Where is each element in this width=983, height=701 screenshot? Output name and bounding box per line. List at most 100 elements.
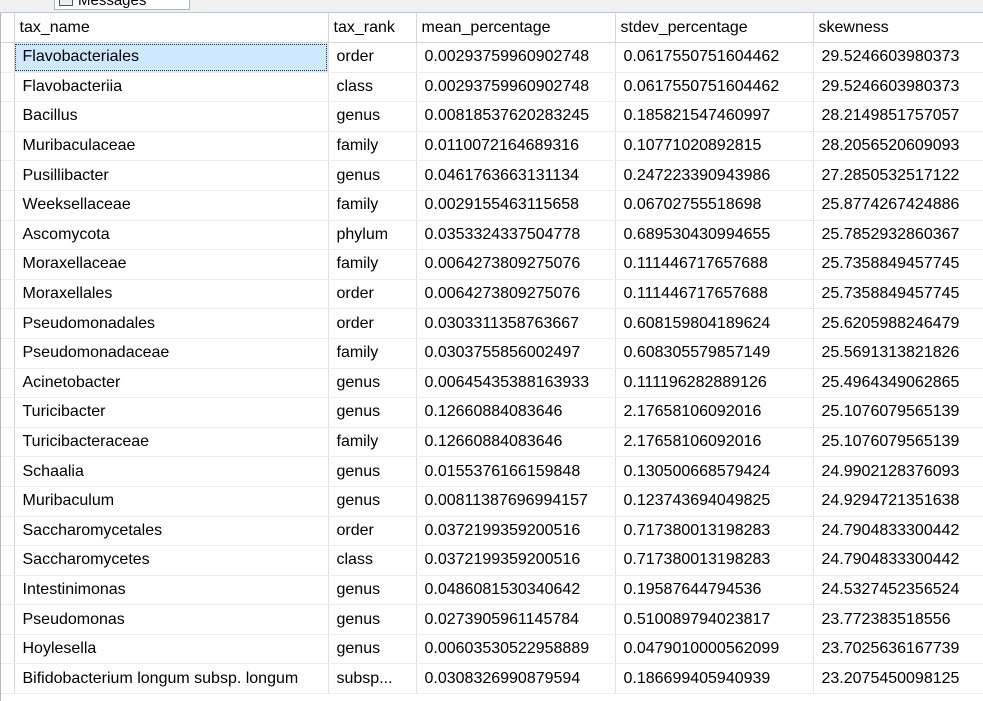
cell-stdev-percentage[interactable]: 0.111196282889126 xyxy=(615,368,814,399)
cell-stdev-percentage[interactable]: 0.717380013198283 xyxy=(615,516,814,547)
table-row[interactable]: Muribaculaceae family 0.0110072164689316 0.… xyxy=(1,131,983,162)
row-header[interactable] xyxy=(1,604,15,635)
table-row[interactable]: Hoylesella genus 0.00603530522958889 0.0479… xyxy=(1,634,983,665)
cell-stdev-percentage[interactable]: 0.608305579857149 xyxy=(615,338,814,369)
cell-skewness[interactable]: 25.4964349062865 xyxy=(813,368,983,399)
cell-skewness[interactable]: 25.8774267424886 xyxy=(813,190,983,221)
cell-stdev-percentage[interactable]: 0.0479010000562099 xyxy=(615,634,814,665)
cell-skewness[interactable]: 25.6205988246479 xyxy=(813,308,983,339)
cell-tax-name[interactable]: Flavobacteriia xyxy=(14,72,329,103)
cell-tax-rank[interactable]: genus xyxy=(328,634,417,665)
cell-stdev-percentage[interactable]: 0.19587644794536 xyxy=(615,575,814,606)
cell-tax-name[interactable]: Moraxellales xyxy=(14,279,329,310)
cell-mean-percentage[interactable]: 0.00293759960902748 xyxy=(416,42,616,73)
cell-skewness[interactable]: 28.2149851757057 xyxy=(813,101,983,132)
cell-skewness[interactable]: 24.7904833300442 xyxy=(813,516,983,547)
cell-mean-percentage[interactable]: 0.0155376166159848 xyxy=(416,456,616,487)
cell-stdev-percentage[interactable]: 0.185821547460997 xyxy=(615,101,814,132)
cell-skewness[interactable]: 25.1076079565139 xyxy=(813,427,983,458)
cell-mean-percentage[interactable]: 0.00818537620283245 xyxy=(416,101,616,132)
cell-skewness[interactable]: 23.772383518556 xyxy=(813,604,983,635)
cell-stdev-percentage[interactable]: 0.123743694049825 xyxy=(615,486,814,517)
table-row[interactable]: Weeksellaceae family 0.0029155463115658 0.0… xyxy=(1,190,983,221)
table-row[interactable]: Ascomycota phylum 0.0353324337504778 0.6895… xyxy=(1,220,983,251)
table-row[interactable]: Turicibacteraceae family 0.12660884083646 2… xyxy=(1,427,983,458)
table-row[interactable]: Flavobacteriia class 0.00293759960902748 0.… xyxy=(1,72,983,103)
cell-mean-percentage[interactable]: 0.0308326990879594 xyxy=(416,663,616,695)
row-header[interactable] xyxy=(1,338,15,369)
cell-stdev-percentage[interactable]: 2.17658106092016 xyxy=(615,427,814,458)
cell-skewness[interactable]: 29.5246603980373 xyxy=(813,72,983,103)
cell-tax-rank[interactable]: class xyxy=(328,72,417,103)
tab-messages[interactable]: Messages xyxy=(54,0,190,10)
cell-stdev-percentage[interactable]: 0.06702755518698 xyxy=(615,190,814,221)
cell-skewness[interactable]: 23.7025636167739 xyxy=(813,634,983,665)
cell-tax-name[interactable]: Moraxellaceae xyxy=(14,249,329,280)
corner-header[interactable] xyxy=(1,13,15,43)
cell-tax-name[interactable]: Acinetobacter xyxy=(14,368,329,399)
cell-skewness[interactable]: 28.2056520609093 xyxy=(813,131,983,162)
cell-stdev-percentage[interactable]: 0.689530430994655 xyxy=(615,220,814,251)
cell-skewness[interactable]: 24.5327452356524 xyxy=(813,575,983,606)
row-header[interactable] xyxy=(1,72,15,103)
cell-tax-name[interactable]: Ascomycota xyxy=(14,220,329,251)
row-header[interactable] xyxy=(1,486,15,517)
cell-stdev-percentage[interactable]: 0.186699405940939 xyxy=(615,663,814,695)
row-header[interactable] xyxy=(1,308,15,339)
cell-stdev-percentage[interactable]: 0.0617550751604462 xyxy=(615,72,814,103)
cell-stdev-percentage[interactable]: 2.17658106092016 xyxy=(615,397,814,428)
cell-skewness[interactable]: 25.7852932860367 xyxy=(813,220,983,251)
cell-tax-rank[interactable]: order xyxy=(328,308,417,339)
cell-tax-name[interactable]: Muribaculum xyxy=(14,486,329,517)
cell-tax-name[interactable]: Turicibacteraceae xyxy=(14,427,329,458)
cell-mean-percentage[interactable]: 0.0064273809275076 xyxy=(416,279,616,310)
table-row[interactable]: Flavobacteriales order 0.00293759960902748… xyxy=(1,42,983,73)
row-header[interactable] xyxy=(1,42,15,73)
cell-tax-name[interactable]: Pseudomonas xyxy=(14,604,329,635)
cell-mean-percentage[interactable]: 0.12660884083646 xyxy=(416,427,616,458)
row-header[interactable] xyxy=(1,575,15,606)
cell-mean-percentage[interactable]: 0.00603530522958889 xyxy=(416,634,616,665)
cell-mean-percentage[interactable]: 0.0372199359200516 xyxy=(416,516,616,547)
cell-tax-rank[interactable]: family xyxy=(328,427,417,458)
cell-mean-percentage[interactable]: 0.0303755856002497 xyxy=(416,338,616,369)
cell-tax-rank[interactable]: genus xyxy=(328,486,417,517)
cell-tax-name[interactable]: Weeksellaceae xyxy=(14,190,329,221)
row-header[interactable] xyxy=(1,545,15,576)
cell-tax-rank[interactable]: family xyxy=(328,338,417,369)
table-row[interactable]: Saccharomycetales order 0.0372199359200516… xyxy=(1,516,983,547)
row-header[interactable] xyxy=(1,368,15,399)
cell-tax-name[interactable]: Saccharomycetes xyxy=(14,545,329,576)
row-header[interactable] xyxy=(1,190,15,221)
cell-tax-name[interactable]: Bifidobacterium longum subsp. longum xyxy=(14,663,329,695)
table-row[interactable]: Muribaculum genus 0.00811387696994157 0.123… xyxy=(1,486,983,517)
cell-stdev-percentage[interactable]: 0.247223390943986 xyxy=(615,160,814,191)
cell-stdev-percentage[interactable]: 0.0617550751604462 xyxy=(615,42,814,73)
cell-mean-percentage[interactable]: 0.0353324337504778 xyxy=(416,220,616,251)
cell-mean-percentage[interactable]: 0.0372199359200516 xyxy=(416,545,616,576)
cell-stdev-percentage[interactable]: 0.111446717657688 xyxy=(615,249,814,280)
cell-tax-rank[interactable]: order xyxy=(328,516,417,547)
table-row[interactable]: Bifidobacterium longum subsp. longum subs… xyxy=(1,663,983,695)
table-row[interactable]: Moraxellaceae family 0.0064273809275076 0.1… xyxy=(1,249,983,280)
cell-skewness[interactable]: 25.1076079565139 xyxy=(813,397,983,428)
row-header[interactable] xyxy=(1,160,15,191)
cell-tax-rank[interactable]: genus xyxy=(328,397,417,428)
table-row[interactable]: Schaalia genus 0.0155376166159848 0.1305006… xyxy=(1,456,983,487)
cell-skewness[interactable]: 25.7358849457745 xyxy=(813,279,983,310)
table-row[interactable]: Pseudomonadales order 0.0303311358763667 0.… xyxy=(1,308,983,339)
row-header[interactable] xyxy=(1,634,15,665)
table-row[interactable]: Moraxellales order 0.0064273809275076 0.111… xyxy=(1,279,983,310)
cell-tax-rank[interactable]: class xyxy=(328,545,417,576)
cell-tax-name[interactable]: Pseudomonadales xyxy=(14,308,329,339)
table-row[interactable]: Pseudomonadaceae family 0.0303755856002497… xyxy=(1,338,983,369)
cell-tax-rank[interactable]: order xyxy=(328,42,417,73)
cell-skewness[interactable]: 29.5246603980373 xyxy=(813,42,983,73)
cell-tax-name[interactable]: Flavobacteriales xyxy=(14,42,329,73)
table-row[interactable]: Bacillus genus 0.00818537620283245 0.185821… xyxy=(1,101,983,132)
cell-skewness[interactable]: 24.9294721351638 xyxy=(813,486,983,517)
cell-mean-percentage[interactable]: 0.0486081530340642 xyxy=(416,575,616,606)
cell-stdev-percentage[interactable]: 0.510089794023817 xyxy=(615,604,814,635)
table-row[interactable]: Intestinimonas genus 0.0486081530340642 0.1… xyxy=(1,575,983,606)
cell-mean-percentage[interactable]: 0.0029155463115658 xyxy=(416,190,616,221)
